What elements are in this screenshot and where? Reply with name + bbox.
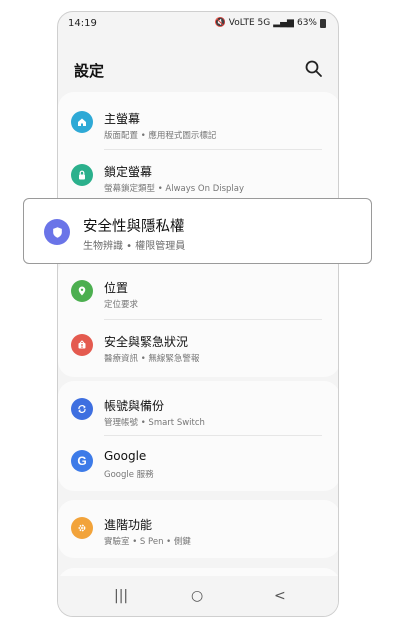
setting-title: 帳號與備份 <box>104 399 165 413</box>
sync-icon <box>71 398 93 420</box>
location-icon <box>71 280 93 302</box>
phone-frame: 14:19 🔇 VoLTE 5G ▂▄▆ 63% 設定 主螢幕 版面配置 • 應… <box>57 11 339 617</box>
settings-header: 設定 <box>58 57 338 87</box>
lock-icon <box>71 164 93 186</box>
setting-item-accounts[interactable]: 帳號與備份 管理帳號 • Smart Switch <box>58 383 338 435</box>
status-indicators: 🔇 VoLTE 5G ▂▄▆ 63% <box>215 18 326 28</box>
network-indicator: VoLTE 5G <box>228 18 271 28</box>
settings-card-accounts: 帳號與備份 管理帳號 • Smart Switch G Google Googl… <box>58 381 338 491</box>
status-time: 14:19 <box>68 18 97 29</box>
shield-icon <box>44 219 70 245</box>
back-button[interactable]: < <box>274 588 286 604</box>
setting-title: 進階功能 <box>104 518 153 532</box>
setting-subtitle: 定位要求 <box>104 300 139 310</box>
setting-title: 安全與緊急狀況 <box>104 335 189 349</box>
setting-item-security[interactable]: 安全性與隱私權 生物辨識 • 權限管理員 <box>23 198 372 264</box>
signal-icon: ▂▄▆ <box>273 18 294 28</box>
search-icon[interactable] <box>304 59 324 79</box>
setting-item-advanced[interactable]: 進階功能 實驗室 • S Pen • 側鍵 <box>58 502 338 554</box>
setting-subtitle: 版面配置 • 應用程式圖示標記 <box>104 131 217 141</box>
settings-card-location: 位置 定位要求 安全與緊急狀況 醫療資訊 • 無線緊急警報 <box>58 257 338 377</box>
mute-icon: 🔇 <box>214 18 226 28</box>
setting-item-safety[interactable]: 安全與緊急狀況 醫療資訊 • 無線緊急警報 <box>58 319 338 371</box>
setting-item-google[interactable]: G Google Google 服務 <box>58 435 338 487</box>
recents-button[interactable]: ||| <box>114 588 128 604</box>
home-button[interactable]: ○ <box>191 588 203 604</box>
setting-subtitle: 螢幕鎖定類型 • Always On Display <box>104 184 245 194</box>
setting-subtitle: Google 服務 <box>104 470 154 480</box>
battery-icon <box>320 18 326 28</box>
setting-title: 主螢幕 <box>104 112 141 126</box>
page-title: 設定 <box>74 62 105 80</box>
battery-percent: 63% <box>296 18 317 28</box>
setting-subtitle: 實驗室 • S Pen • 側鍵 <box>104 537 191 547</box>
setting-title: 安全性與隱私權 <box>83 219 185 235</box>
alert-icon <box>71 334 93 356</box>
setting-item-home-screen[interactable]: 主螢幕 版面配置 • 應用程式圖示標記 <box>58 96 338 148</box>
setting-title: Google <box>104 449 147 463</box>
settings-card-advanced: 進階功能 實驗室 • S Pen • 側鍵 <box>58 500 338 558</box>
status-bar: 14:19 🔇 VoLTE 5G ▂▄▆ 63% <box>58 12 338 36</box>
gear-icon <box>71 517 93 539</box>
google-icon: G <box>71 450 93 472</box>
setting-subtitle: 醫療資訊 • 無線緊急警報 <box>104 354 200 364</box>
setting-title: 鎖定螢幕 <box>104 165 153 179</box>
navigation-bar: ||| ○ < <box>58 576 338 616</box>
setting-title: 位置 <box>104 281 129 295</box>
setting-item-lock-screen[interactable]: 鎖定螢幕 螢幕鎖定類型 • Always On Display <box>58 149 338 201</box>
home-icon <box>71 111 93 133</box>
setting-subtitle: 管理帳號 • Smart Switch <box>104 418 205 428</box>
setting-item-location[interactable]: 位置 定位要求 <box>58 265 338 317</box>
setting-subtitle: 生物辨識 • 權限管理員 <box>83 241 186 252</box>
